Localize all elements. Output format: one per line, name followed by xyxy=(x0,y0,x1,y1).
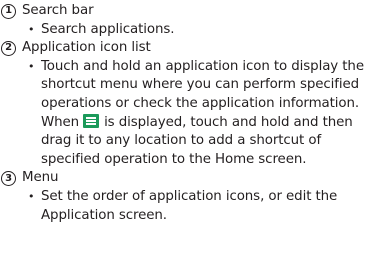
description-fragment: When xyxy=(41,114,80,130)
circled-number-icon: 1 xyxy=(1,3,16,19)
item-title: Search bar xyxy=(22,3,94,18)
item-search-bar: 1 Search bar • Search applications. xyxy=(1,2,381,39)
item-heading: 2 Application icon list xyxy=(1,39,381,58)
description-line: Touch and hold an application icon to di… xyxy=(41,58,364,74)
description-line: Application screen. xyxy=(41,207,167,223)
document-body: 1 Search bar • Search applications. 2 Ap… xyxy=(0,0,381,225)
circled-number-icon: 3 xyxy=(1,171,16,187)
description-line: drag it to any location to add a shortcu… xyxy=(41,133,322,149)
item-description: • Set the order of application icons, or… xyxy=(1,188,381,225)
item-description: • Touch and hold an application icon to … xyxy=(1,58,381,170)
circled-number-icon: 2 xyxy=(1,40,16,56)
bullet-icon: • xyxy=(28,59,35,73)
menu-drag-icon xyxy=(83,113,100,128)
description-line: Search applications. xyxy=(41,21,175,37)
item-application-icon-list: 2 Application icon list • Touch and hold… xyxy=(1,39,381,169)
item-title: Application icon list xyxy=(22,40,151,56)
description-line: specified operation to the Home screen. xyxy=(41,151,307,167)
item-description: • Search applications. xyxy=(1,21,381,40)
item-menu: 3 Menu • Set the order of application ic… xyxy=(1,169,381,225)
item-title: Menu xyxy=(22,170,59,186)
bullet-icon: • xyxy=(28,189,35,203)
description-line: Set the order of application icons, or e… xyxy=(41,188,338,204)
description-line-with-icon: When is displayed, touch and hold and the… xyxy=(41,113,381,133)
description-line: operations or check the application info… xyxy=(41,95,360,111)
item-heading: 1 Search bar xyxy=(1,2,381,21)
bullet-icon: • xyxy=(28,22,35,36)
item-heading: 3 Menu xyxy=(1,169,381,188)
description-fragment: is displayed, touch and hold and then xyxy=(104,114,353,130)
description-line: shortcut menu where you can perform spec… xyxy=(41,77,360,93)
